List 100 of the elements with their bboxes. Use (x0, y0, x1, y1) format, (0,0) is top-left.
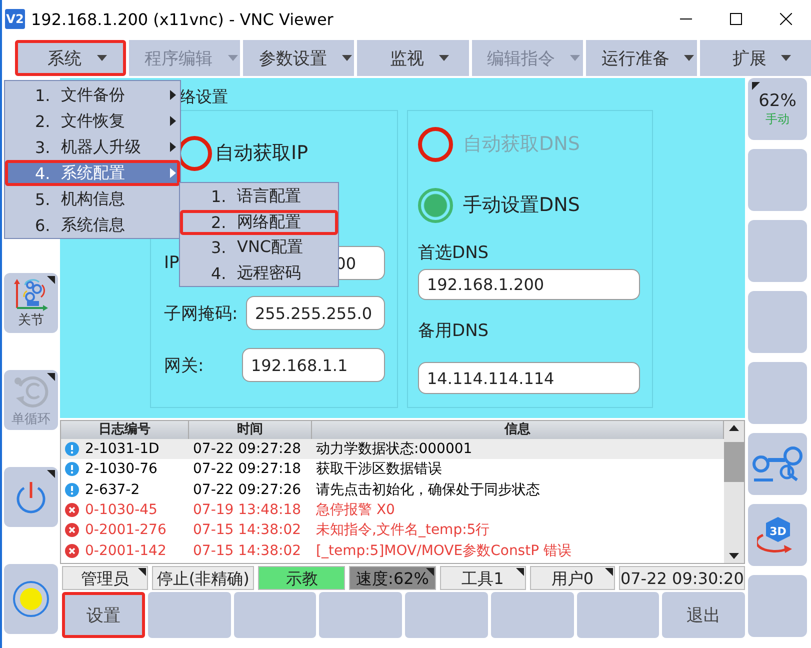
table-cell-text: 07-22 09:27:26 (192, 482, 302, 498)
status-field: 停止(非精确) (152, 566, 254, 590)
menu-item[interactable]: 2. 网络配置 (180, 210, 338, 235)
robot-button[interactable] (748, 433, 807, 495)
menu-tab[interactable]: 运行准备 (586, 40, 697, 76)
selected-row[interactable]: 2-1031-1D 07-22 09:27:28 动力学数据状态:000001 (61, 439, 724, 460)
field-label: 子网掩码: (164, 302, 238, 324)
status-field[interactable]: 用户0 (530, 566, 616, 590)
caret-icon (340, 54, 353, 62)
menu-item[interactable]: 6. 系统信息 (5, 212, 180, 238)
radio-label: 手动设置DNS (463, 193, 580, 218)
error-icon (65, 544, 79, 558)
error-icon (65, 523, 79, 538)
menu-item[interactable]: 3. VNC配置 (180, 235, 338, 260)
caret-icon (780, 54, 792, 62)
submenu-arrow-icon (170, 168, 176, 178)
log-code: 0-1030-45 (85, 502, 158, 518)
menu-item[interactable]: 4. 系统配置 (5, 160, 180, 186)
status-lamp-icon (12, 580, 50, 618)
caret-icon (96, 54, 108, 62)
field-label: IP (164, 253, 180, 273)
function-button[interactable] (576, 592, 660, 638)
input-field[interactable]: 192.168.1.1 (242, 348, 385, 382)
robot-axes-icon (13, 277, 49, 311)
caret-icon (569, 54, 582, 62)
table-cell-text: 07-22 09:27:28 (192, 441, 302, 458)
radio-label: 自动获取DNS (463, 132, 580, 157)
field-label: 网关: (164, 354, 204, 376)
info-icon (65, 482, 79, 497)
table-cell-text: 07-22 09:27:18 (192, 461, 302, 478)
speed-button[interactable]: 62% 手动 (748, 78, 807, 140)
menu-item[interactable]: 1. 语言配置 (180, 184, 338, 210)
toolbar-button[interactable] (748, 362, 807, 424)
scrollbar[interactable] (724, 421, 744, 563)
input-field[interactable]: 192.168.1.200 (418, 269, 640, 300)
status-field: 示教 (258, 566, 346, 590)
submenu-arrow-icon (170, 90, 176, 100)
scroll-up-icon[interactable] (728, 424, 740, 432)
window-title: 192.168.1.200 (x11vnc) - VNC Viewer (31, 10, 334, 28)
table-cell-text: 急停报警 X0 (315, 501, 396, 520)
function-button[interactable] (405, 592, 488, 638)
menu-item[interactable]: 4. 远程密码 (180, 260, 338, 286)
radio-label: 自动获取IP (215, 141, 308, 166)
table-cell-text: 请先点击初始化，确保处于同步状态 (315, 480, 541, 499)
input-field[interactable]: 255.255.255.0 (246, 296, 385, 330)
table-cell-text: 未知指令,文件名_temp:5行 (315, 521, 491, 540)
lamp-button[interactable] (4, 564, 58, 634)
status-field[interactable]: 管理员 (62, 566, 148, 590)
joint-button[interactable]: 关节 (4, 273, 58, 333)
view-3d-button[interactable]: 3D (748, 504, 807, 566)
function-button[interactable] (148, 592, 230, 638)
table-cell-text: 动力学数据状态:000001 (315, 440, 474, 458)
menu-item[interactable]: 3. 机器人升级 (5, 134, 180, 160)
caret-icon (683, 54, 696, 62)
menu-tab[interactable]: 监视 (357, 40, 469, 76)
status-field[interactable]: 工具1 (440, 566, 526, 590)
panel-title: 络设置 (180, 86, 229, 108)
table-cell-text: 07-15 14:38:02 (192, 542, 302, 559)
toolbar-button[interactable] (748, 149, 807, 211)
menu-tab[interactable]: 参数设置 (243, 40, 354, 76)
log-code: 2-637-2 (85, 482, 140, 498)
menu-item[interactable]: 1. 文件备份 (5, 82, 180, 108)
status-field: 07-22 09:30:20 (619, 566, 745, 590)
menu-item[interactable]: 2. 文件恢复 (5, 108, 180, 134)
toolbar-button[interactable] (748, 220, 807, 282)
log-code: 2-1031-1D (85, 441, 160, 458)
menu-tab[interactable]: 系统 (15, 40, 126, 76)
function-button[interactable] (234, 592, 316, 638)
table-cell-text: [_temp:5]MOV/MOVE参数ConstP 错误 (315, 542, 572, 560)
log-code: 2-1030-76 (85, 461, 158, 478)
function-button[interactable] (490, 592, 574, 638)
info-icon (65, 462, 79, 476)
status-field[interactable]: 速度:62% (349, 566, 436, 590)
submenu-arrow-icon (170, 116, 176, 126)
menu-item[interactable]: 5. 机构信息 (5, 186, 180, 212)
caret-icon (438, 54, 450, 62)
info-icon (65, 442, 79, 456)
table-cell-text: 07-19 13:48:18 (192, 502, 302, 518)
toolbar-button[interactable] (748, 575, 807, 637)
scroll-down-icon[interactable] (728, 552, 740, 560)
function-button[interactable] (319, 592, 402, 638)
table-cell-text: 07-15 14:38:02 (192, 522, 302, 538)
submenu-arrow-icon (170, 142, 176, 152)
power-button[interactable] (4, 467, 58, 527)
function-button[interactable]: 退出 (662, 592, 745, 638)
maximize-icon[interactable] (730, 13, 742, 25)
field-label: 备用DNS (418, 320, 490, 342)
function-button[interactable]: 设置 (62, 592, 145, 638)
radio-button[interactable] (418, 188, 453, 222)
app-logo: V2 (5, 9, 25, 29)
menu-tab[interactable]: 扩展 (700, 40, 811, 76)
log-code: 0-2001-142 (85, 542, 166, 559)
toolbar-button[interactable] (748, 291, 807, 353)
field-label: 首选DNS (418, 242, 490, 264)
error-icon (65, 503, 79, 518)
table-cell-text: 获取干涉区数据错误 (315, 460, 443, 478)
caret-icon (226, 54, 239, 62)
log-code: 0-2001-276 (85, 522, 166, 538)
close-icon[interactable] (780, 13, 792, 25)
input-field[interactable]: 14.114.114.114 (418, 362, 640, 394)
